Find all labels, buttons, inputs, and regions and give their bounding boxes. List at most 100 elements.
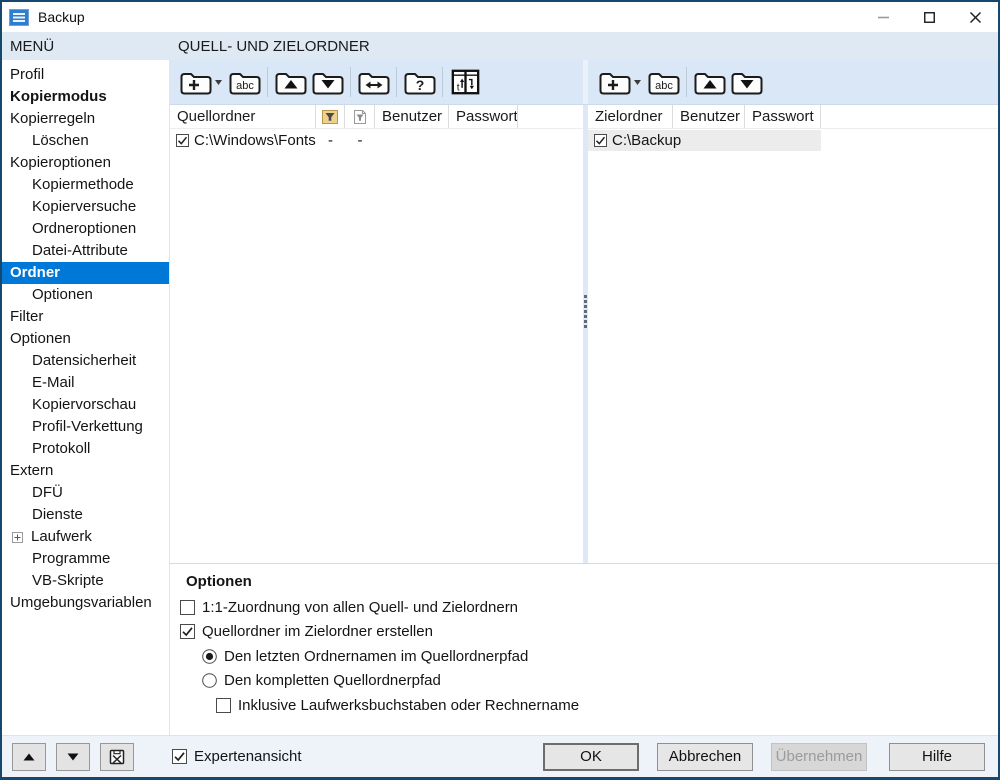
titlebar: Backup: [2, 2, 998, 32]
two-panes-icon: t: [447, 67, 484, 97]
sidebar-item-loeschen[interactable]: Löschen: [2, 130, 169, 152]
sidebar-item-kopiervorschau[interactable]: Kopiervorschau: [2, 394, 169, 416]
radio-unselected-icon[interactable]: [202, 673, 217, 688]
chevron-down-icon: [215, 80, 222, 85]
sidebar-item-vb-skripte[interactable]: VB-Skripte: [2, 570, 169, 592]
checkbox-checked-icon: [594, 134, 607, 147]
apply-button: Übernehmen: [771, 743, 867, 771]
toolbar-separator: [350, 67, 351, 97]
option-label: 1:1-Zuordnung von allen Quell- und Zielo…: [202, 599, 518, 616]
folder-help-button[interactable]: ?: [401, 66, 438, 99]
filter-active-icon: [322, 109, 338, 125]
sidebar-item-datei-attribute[interactable]: Datei-Attribute: [2, 240, 169, 262]
chevron-down-icon: [634, 80, 641, 85]
column-passwort: Passwort: [745, 105, 821, 128]
add-dest-dropdown[interactable]: [633, 80, 642, 85]
floppy-delete-icon: [108, 748, 126, 766]
dest-table-row[interactable]: C:\Backup: [588, 130, 998, 151]
option-include-drive-letter[interactable]: Inklusive Laufwerksbuchstaben oder Rechn…: [216, 694, 579, 716]
discard-save-button[interactable]: [100, 743, 134, 771]
option-label: Inklusive Laufwerksbuchstaben oder Rechn…: [238, 697, 579, 714]
source-folder-path: C:\Windows\Fonts: [194, 132, 316, 149]
dialog-buttons: OK Abbrechen Übernehmen Hilfe: [543, 743, 985, 771]
column-benutzer: Benutzer: [673, 105, 745, 128]
minimize-icon: [878, 12, 889, 23]
sidebar-item-label: Laufwerk: [31, 526, 92, 548]
option-create-source-in-dest[interactable]: Quellordner im Zielordner erstellen: [180, 620, 433, 642]
sidebar-item-dienste[interactable]: Dienste: [2, 504, 169, 526]
dest-folder-path: C:\Backup: [612, 132, 681, 149]
dest-move-up-button[interactable]: [691, 66, 728, 99]
move-down-icon: [730, 68, 764, 96]
folder-tables: Quellordner: [170, 105, 998, 563]
option-full-source-path[interactable]: Den kompletten Quellordnerpfad: [202, 669, 441, 691]
cancel-button[interactable]: Abbrechen: [657, 743, 753, 771]
sidebar-item-datensicherheit[interactable]: Datensicherheit: [2, 350, 169, 372]
triangle-down-icon: [67, 753, 79, 761]
source-move-down-button[interactable]: [309, 66, 346, 99]
add-dest-folder-button[interactable]: [596, 66, 633, 99]
menu-heading: MENÜ: [10, 38, 170, 55]
option-last-folder-name[interactable]: Den letzten Ordnernamen im Quellordnerpf…: [202, 645, 528, 667]
source-move-up-button[interactable]: [272, 66, 309, 99]
sidebar-item-protokoll[interactable]: Protokoll: [2, 438, 169, 460]
footer-bar: Expertenansicht OK Abbrechen Übernehmen …: [2, 735, 998, 777]
expand-plus-icon[interactable]: [12, 532, 23, 543]
column-passwort: Passwort: [449, 105, 518, 128]
checkbox-checked-icon[interactable]: [180, 624, 195, 639]
dest-row-checkbox[interactable]: [594, 134, 607, 147]
option-label: Den letzten Ordnernamen im Quellordnerpf…: [224, 648, 528, 665]
sidebar-item-optionen[interactable]: Optionen: [2, 328, 169, 350]
sidebar-item-filter[interactable]: Filter: [2, 306, 169, 328]
minimize-button[interactable]: [860, 2, 906, 32]
sidebar-item-ordneroptionen[interactable]: Ordneroptionen: [2, 218, 169, 240]
sidebar-item-kopieroptionen[interactable]: Kopieroptionen: [2, 152, 169, 174]
checkbox-unchecked-icon[interactable]: [216, 698, 231, 713]
sidebar-item-laufwerk[interactable]: Laufwerk: [2, 526, 169, 548]
close-icon: [970, 12, 981, 23]
source-table-row[interactable]: C:\Windows\Fonts - -: [170, 130, 583, 151]
page-title: QUELL- UND ZIELORDNER: [178, 38, 370, 55]
sidebar-item-programme[interactable]: Programme: [2, 548, 169, 570]
sidebar-item-kopierregeln[interactable]: Kopierregeln: [2, 108, 169, 130]
add-source-folder-button[interactable]: [177, 66, 214, 99]
app-icon: [9, 9, 29, 26]
sidebar-item-ordner[interactable]: Ordner: [2, 262, 169, 284]
sidebar-item-kopierversuche[interactable]: Kopierversuche: [2, 196, 169, 218]
profile-up-button[interactable]: [12, 743, 46, 771]
filter-include-column: [316, 105, 345, 128]
rename-dest-folder-button[interactable]: abc: [645, 66, 682, 99]
sidebar-item-optionen-ordner[interactable]: Optionen: [2, 284, 169, 306]
rename-source-folder-button[interactable]: abc: [226, 66, 263, 99]
sidebar-item-email[interactable]: E-Mail: [2, 372, 169, 394]
sidebar-item-profil-verkettung[interactable]: Profil-Verkettung: [2, 416, 169, 438]
radio-selected-icon[interactable]: [202, 649, 217, 664]
checkbox-checked-icon: [176, 134, 189, 147]
dest-move-down-button[interactable]: [728, 66, 765, 99]
close-button[interactable]: [952, 2, 998, 32]
sidebar-item-profil[interactable]: Profil: [2, 64, 169, 86]
swap-folders-button[interactable]: [355, 66, 392, 99]
expert-view-toggle[interactable]: Expertenansicht: [172, 748, 302, 765]
sidebar-item-extern[interactable]: Extern: [2, 460, 169, 482]
option-label: Den kompletten Quellordnerpfad: [224, 672, 441, 689]
sidebar-item-kopiermethode[interactable]: Kopiermethode: [2, 174, 169, 196]
source-row-checkbox[interactable]: [176, 134, 189, 147]
maximize-button[interactable]: [906, 2, 952, 32]
option-one-to-one[interactable]: 1:1-Zuordnung von allen Quell- und Zielo…: [180, 596, 518, 618]
checkbox-checked-icon[interactable]: [172, 749, 187, 764]
checkbox-unchecked-icon[interactable]: [180, 600, 195, 615]
ok-button[interactable]: OK: [543, 743, 639, 771]
toolbar-separator: [267, 67, 268, 97]
svg-text:abc: abc: [236, 80, 254, 92]
sidebar-item-umgebungsvariablen[interactable]: Umgebungsvariablen: [2, 592, 169, 614]
sidebar-item-dfue[interactable]: DFÜ: [2, 482, 169, 504]
profile-down-button[interactable]: [56, 743, 90, 771]
svg-text:t: t: [457, 82, 460, 93]
sidebar-item-kopiermodus[interactable]: Kopiermodus: [2, 86, 169, 108]
toggle-panes-button[interactable]: t: [447, 66, 484, 99]
dest-folder-table: Zielordner Benutzer Passwort: [588, 105, 998, 563]
add-source-dropdown[interactable]: [214, 80, 223, 85]
expert-view-label: Expertenansicht: [194, 748, 302, 765]
help-button[interactable]: Hilfe: [889, 743, 985, 771]
